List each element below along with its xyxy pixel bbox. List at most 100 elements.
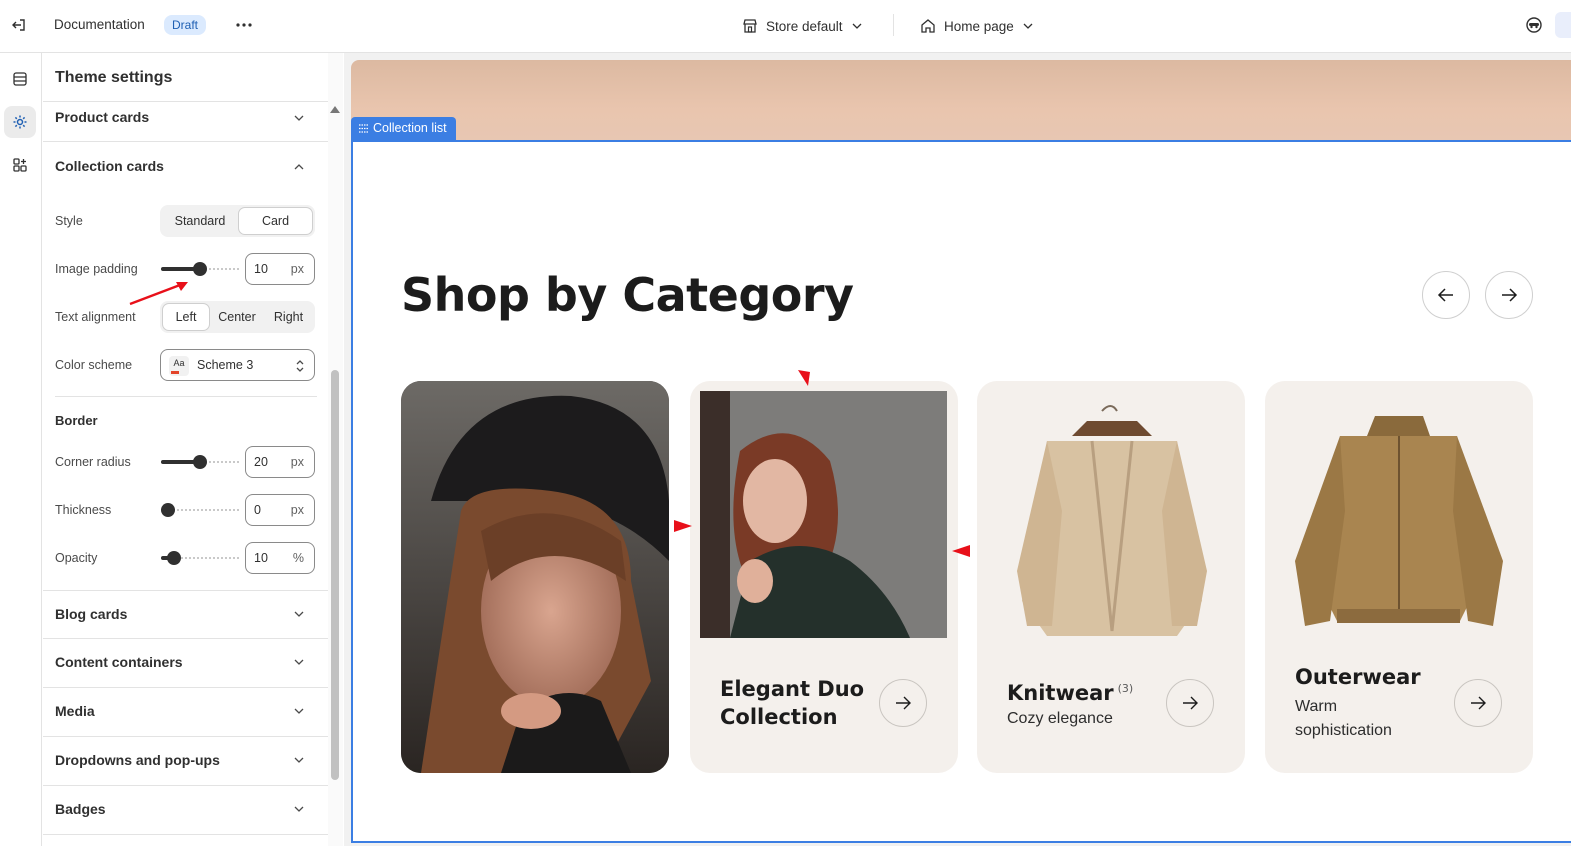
opacity-label: Opacity	[55, 551, 98, 565]
thickness-value: 0	[254, 503, 261, 517]
opacity-input[interactable]: 10 %	[245, 542, 315, 574]
corner-radius-value: 20	[254, 455, 268, 469]
carousel-next-button[interactable]	[1485, 271, 1533, 319]
scroll-up-arrow[interactable]	[330, 106, 340, 113]
section-content-containers[interactable]: Content containers	[43, 639, 328, 688]
color-scheme-label: Color scheme	[55, 358, 133, 372]
hero-banner[interactable]	[351, 60, 1571, 142]
collection-card-title: Knitwear (3)	[1007, 681, 1134, 705]
section-label: Content containers	[55, 654, 183, 670]
collection-card-image	[1275, 391, 1522, 638]
arrow-right-icon	[1471, 696, 1486, 710]
collection-card-subtitle: Cozy elegance	[1007, 710, 1113, 727]
carousel-prev-button[interactable]	[1422, 271, 1470, 319]
annotation-arrow	[798, 370, 810, 386]
slider-handle[interactable]	[161, 503, 175, 517]
topbar-divider	[893, 14, 894, 36]
corner-radius-unit: px	[290, 455, 304, 469]
store-icon	[743, 19, 757, 33]
scrollbar-thumb[interactable]	[331, 370, 339, 780]
section-blog-cards[interactable]: Blog cards	[43, 590, 328, 639]
alignment-option-center[interactable]: Center	[210, 303, 264, 331]
thickness-input[interactable]: 0 px	[245, 494, 315, 526]
arrow-left-icon	[1437, 288, 1453, 302]
image-padding-unit: px	[290, 262, 304, 276]
annotation-arrow	[674, 520, 692, 532]
page-selector-label: Home page	[944, 18, 1014, 34]
section-product-cards[interactable]: Product cards	[43, 93, 328, 142]
collection-card[interactable]	[401, 381, 669, 773]
slider-handle[interactable]	[193, 455, 207, 469]
card-arrow-button[interactable]	[1166, 679, 1214, 727]
collection-card[interactable]: Elegant Duo Collection	[690, 381, 958, 773]
card-arrow-button[interactable]	[1454, 679, 1502, 727]
annotation-arrow	[952, 545, 970, 557]
section-label: Product cards	[55, 109, 150, 125]
section-label: Dropdowns and pop-ups	[55, 752, 220, 768]
section-tag-label: Collection list	[373, 121, 447, 135]
theme-settings-panel: Theme settings Product cards Collection …	[43, 53, 343, 846]
collection-card-subtitle: Warm sophistication	[1295, 698, 1392, 739]
opacity-slider[interactable]	[161, 550, 239, 566]
slider-handle[interactable]	[193, 262, 207, 276]
section-dropdowns[interactable]: Dropdowns and pop-ups	[43, 737, 328, 786]
section-label: Collection cards	[55, 158, 164, 174]
slider-handle[interactable]	[167, 551, 181, 565]
status-badge: Draft	[164, 15, 207, 35]
opacity-value: 10	[254, 551, 268, 565]
panel-title: Theme settings	[55, 69, 173, 86]
store-selector[interactable]: Store default	[742, 14, 863, 38]
section-label: Badges	[55, 801, 106, 817]
collection-card-image	[987, 391, 1234, 638]
annotation-arrow	[129, 282, 188, 306]
alignment-option-right[interactable]: Right	[264, 303, 313, 331]
chevron-up-icon	[291, 159, 307, 175]
collection-card-image	[401, 381, 669, 773]
exit-icon[interactable]	[8, 14, 30, 36]
thickness-unit: px	[290, 503, 304, 517]
section-tag[interactable]: Collection list	[351, 117, 456, 140]
corner-radius-input[interactable]: 20 px	[245, 446, 315, 478]
thickness-slider[interactable]	[161, 502, 239, 518]
divider	[55, 396, 317, 397]
home-icon	[921, 19, 935, 33]
sidebar-toggle-button[interactable]	[1555, 12, 1571, 38]
grid-icon	[359, 124, 368, 133]
color-scheme-select[interactable]: Aa Scheme 3	[160, 349, 315, 381]
image-padding-input[interactable]: 10 px	[245, 253, 315, 285]
chevron-down-icon	[291, 703, 307, 719]
style-label: Style	[55, 214, 83, 228]
store-selector-label: Store default	[766, 18, 843, 34]
collection-card[interactable]: Outerwear Warm sophistication	[1265, 381, 1533, 773]
arrow-right-icon	[1183, 696, 1198, 710]
section-media[interactable]: Media	[43, 688, 328, 737]
incognito-preview-icon[interactable]	[1524, 15, 1544, 35]
select-arrows-icon	[296, 360, 304, 372]
style-segmented-control: Standard Card	[160, 205, 315, 237]
chevron-down-icon	[291, 654, 307, 670]
collection-card-image	[700, 391, 947, 638]
color-scheme-swatch: Aa	[169, 356, 189, 376]
apps-icon[interactable]	[4, 149, 36, 181]
style-option-card[interactable]: Card	[238, 207, 313, 235]
style-option-standard[interactable]: Standard	[162, 207, 238, 235]
text-alignment-label: Text alignment	[55, 310, 136, 324]
thickness-label: Thickness	[55, 503, 112, 517]
chevron-down-icon	[852, 23, 862, 29]
opacity-unit: %	[292, 551, 304, 565]
chevron-down-icon	[291, 752, 307, 768]
image-padding-slider[interactable]	[161, 261, 239, 277]
theme-settings-icon[interactable]	[4, 106, 36, 138]
section-label: Blog cards	[55, 606, 128, 622]
collection-card[interactable]: Knitwear (3) Cozy elegance	[977, 381, 1245, 773]
card-arrow-button[interactable]	[879, 679, 927, 727]
page-selector[interactable]: Home page	[920, 14, 1034, 38]
color-scheme-value: Scheme 3	[197, 358, 254, 372]
sections-icon[interactable]	[4, 63, 36, 95]
section-collection-cards[interactable]: Collection cards	[43, 142, 328, 191]
chevron-down-icon	[1023, 23, 1033, 29]
more-options-icon[interactable]	[233, 14, 255, 36]
section-badges[interactable]: Badges	[43, 786, 328, 835]
corner-radius-slider[interactable]	[161, 454, 239, 470]
alignment-option-left[interactable]: Left	[162, 303, 210, 331]
